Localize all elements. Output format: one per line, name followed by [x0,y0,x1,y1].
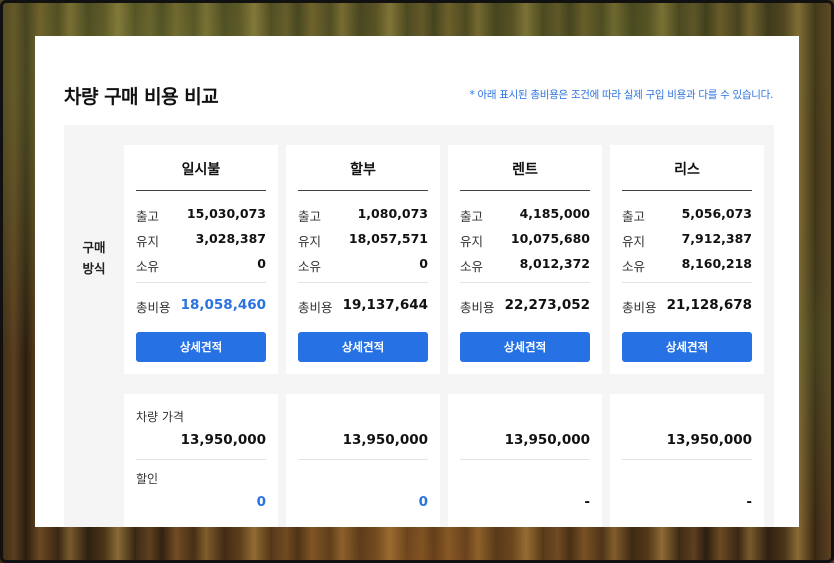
maintain-row: 유지 3,028,387 [136,231,266,249]
plan-card-lump-sum: 일시불 출고 15,030,073 유지 3,028,387 소유 0 총비용 … [124,145,278,374]
own-label: 소유 [622,259,646,274]
release-row: 출고 15,030,073 [136,206,266,224]
divider [460,190,590,191]
detail-quote-button[interactable]: 상세견적 [136,332,266,362]
release-row: 출고 1,080,073 [298,206,428,224]
own-label: 소유 [460,259,484,274]
maintain-value: 10,075,680 [510,231,590,246]
total-row: 총비용 21,128,678 [622,297,752,315]
maintain-label: 유지 [460,234,484,249]
own-label: 소유 [136,259,160,274]
own-row: 소유 0 [298,256,428,274]
car-price-value: 13,950,000 [180,432,266,448]
discount-label: 할인 [136,472,159,486]
plan-card-rent: 렌트 출고 4,185,000 유지 10,075,680 소유 8,012,3… [448,145,602,374]
plan-title: 렌트 [512,162,538,178]
price-card-lump-sum: 차량 가격 13,950,000 할인 0 [124,394,278,527]
plan-card-lease: 리스 출고 5,056,073 유지 7,912,387 소유 8,160,21… [610,145,764,374]
discount-value: 0 [256,494,266,510]
divider [298,282,428,283]
divider [136,459,266,460]
purchase-method-label-line2: 방식 [82,261,106,276]
purchase-method-label-line1: 구매 [82,240,106,255]
release-value: 4,185,000 [519,206,590,221]
plan-title: 할부 [350,162,376,178]
maintain-value: 7,912,387 [681,231,752,246]
release-label: 출고 [298,209,322,224]
total-label: 총비용 [622,300,657,315]
own-row: 소유 8,160,218 [622,256,752,274]
cost-notice: * 아래 표시된 총비용은 조건에 따라 실제 구입 비용과 다를 수 있습니다… [469,89,774,101]
price-card-lease: 13,950,000 - [610,394,764,527]
divider [460,459,590,460]
own-label: 소유 [298,259,322,274]
total-label: 총비용 [460,300,495,315]
purchase-method-label: 구매 방식 [64,237,124,279]
detail-quote-button[interactable]: 상세견적 [298,332,428,362]
comparison-area: 구매 방식 일시불 출고 15,030,073 유지 3,028,387 소유 … [64,125,774,527]
release-value: 5,056,073 [681,206,752,221]
divider [622,282,752,283]
price-card-installment: 13,950,000 0 [286,394,440,527]
release-row: 출고 4,185,000 [460,206,590,224]
own-value: 0 [419,256,428,271]
detail-quote-button[interactable]: 상세견적 [622,332,752,362]
total-value: 21,128,678 [666,297,752,313]
release-label: 출고 [622,209,646,224]
total-value: 22,273,052 [504,297,590,313]
discount-value: - [584,494,590,510]
total-row: 총비용 19,137,644 [298,297,428,315]
total-row: 총비용 22,273,052 [460,297,590,315]
maintain-row: 유지 18,057,571 [298,231,428,249]
maintain-value: 18,057,571 [348,231,428,246]
plan-title: 리스 [674,162,700,178]
price-card-rent: 13,950,000 - [448,394,602,527]
comparison-panel: 차량 구매 비용 비교 * 아래 표시된 총비용은 조건에 따라 실제 구입 비… [35,36,799,527]
car-price-value: 13,950,000 [504,432,590,448]
maintain-row: 유지 10,075,680 [460,231,590,249]
divider [460,282,590,283]
total-label: 총비용 [298,300,333,315]
discount-value: - [746,494,752,510]
release-row: 출고 5,056,073 [622,206,752,224]
divider [622,190,752,191]
car-price-label: 차량 가격 [136,410,184,424]
release-label: 출고 [136,209,160,224]
plan-card-installment: 할부 출고 1,080,073 유지 18,057,571 소유 0 총비용 1… [286,145,440,374]
divider [136,282,266,283]
own-value: 8,012,372 [519,256,590,271]
own-row: 소유 0 [136,256,266,274]
total-row: 총비용 18,058,460 [136,297,266,315]
release-value: 15,030,073 [186,206,266,221]
maintain-label: 유지 [298,234,322,249]
divider [298,190,428,191]
release-value: 1,080,073 [357,206,428,221]
maintain-label: 유지 [136,234,160,249]
total-value: 18,058,460 [180,297,266,313]
detail-quote-button[interactable]: 상세견적 [460,332,590,362]
page-title: 차량 구매 비용 비교 [64,86,219,108]
maintain-row: 유지 7,912,387 [622,231,752,249]
own-value: 0 [257,256,266,271]
divider [298,459,428,460]
own-value: 8,160,218 [681,256,752,271]
divider [136,190,266,191]
plan-title: 일시불 [181,162,221,178]
maintain-value: 3,028,387 [195,231,266,246]
car-price-value: 13,950,000 [666,432,752,448]
car-price-value: 13,950,000 [342,432,428,448]
divider [622,459,752,460]
own-row: 소유 8,012,372 [460,256,590,274]
total-label: 총비용 [136,300,171,315]
discount-value: 0 [418,494,428,510]
release-label: 출고 [460,209,484,224]
maintain-label: 유지 [622,234,646,249]
total-value: 19,137,644 [342,297,428,313]
